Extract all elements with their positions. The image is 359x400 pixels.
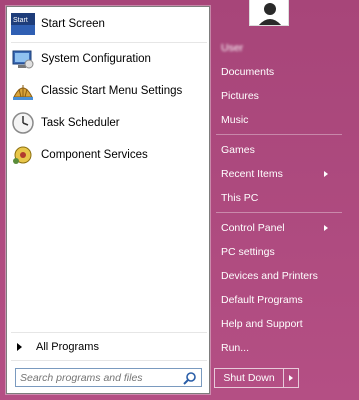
arrow-right-icon — [324, 225, 328, 231]
menu-item-games[interactable]: Games — [216, 140, 332, 160]
program-label: Component Services — [41, 149, 148, 161]
shutdown-button-group: Shut Down — [214, 368, 299, 388]
shutdown-options-button[interactable] — [284, 369, 298, 387]
search-icon[interactable] — [183, 371, 197, 385]
program-label: Start Screen — [41, 18, 105, 30]
menu-item-control-panel[interactable]: Control Panel — [216, 218, 332, 238]
arrow-right-icon — [17, 343, 22, 351]
all-programs-label: All Programs — [36, 341, 99, 353]
divider — [216, 212, 342, 213]
menu-item-music[interactable]: Music — [216, 110, 332, 130]
program-label: System Configuration — [41, 53, 151, 65]
menu-item-run[interactable]: Run... — [216, 338, 332, 358]
divider — [11, 332, 207, 333]
start-screen-icon: Start — [11, 12, 35, 36]
program-system-configuration[interactable]: System Configuration — [11, 44, 205, 74]
menu-item-recent-items[interactable]: Recent Items — [216, 164, 332, 184]
all-programs-button[interactable]: All Programs — [11, 337, 207, 357]
menu-item-this-pc[interactable]: This PC — [216, 188, 332, 208]
divider — [11, 360, 207, 361]
menu-item-devices-and-printers[interactable]: Devices and Printers — [216, 266, 332, 286]
menu-item-help-and-support[interactable]: Help and Support — [216, 314, 332, 334]
program-label: Classic Start Menu Settings — [41, 85, 183, 97]
program-label: Task Scheduler — [41, 117, 120, 129]
search-input[interactable] — [16, 370, 182, 385]
program-task-scheduler[interactable]: Task Scheduler — [11, 108, 205, 138]
menu-item-default-programs[interactable]: Default Programs — [216, 290, 332, 310]
clock-icon — [11, 111, 35, 135]
menu-item-documents[interactable]: Documents — [216, 62, 332, 82]
menu-item-pictures[interactable]: Pictures — [216, 86, 332, 106]
menu-item-pc-settings[interactable]: PC settings — [216, 242, 332, 262]
programs-pane: Start Start Screen System Configuration … — [6, 6, 210, 394]
user-picture[interactable] — [249, 0, 289, 26]
divider — [11, 42, 207, 43]
search-box — [15, 368, 202, 387]
program-component-services[interactable]: Component Services — [11, 140, 205, 170]
divider — [216, 134, 342, 135]
system-configuration-icon — [11, 47, 35, 71]
user-avatar-icon — [250, 0, 288, 25]
program-classic-start-menu-settings[interactable]: Classic Start Menu Settings — [11, 76, 205, 106]
shutdown-button[interactable]: Shut Down — [215, 369, 284, 387]
arrow-right-icon — [324, 171, 328, 177]
svg-text:Start: Start — [13, 17, 28, 24]
arrow-right-icon — [289, 375, 293, 381]
component-services-icon — [11, 143, 35, 167]
program-start-screen[interactable]: Start Start Screen — [11, 9, 205, 39]
user-name-item[interactable]: User — [216, 38, 332, 58]
classic-shell-icon — [11, 79, 35, 103]
